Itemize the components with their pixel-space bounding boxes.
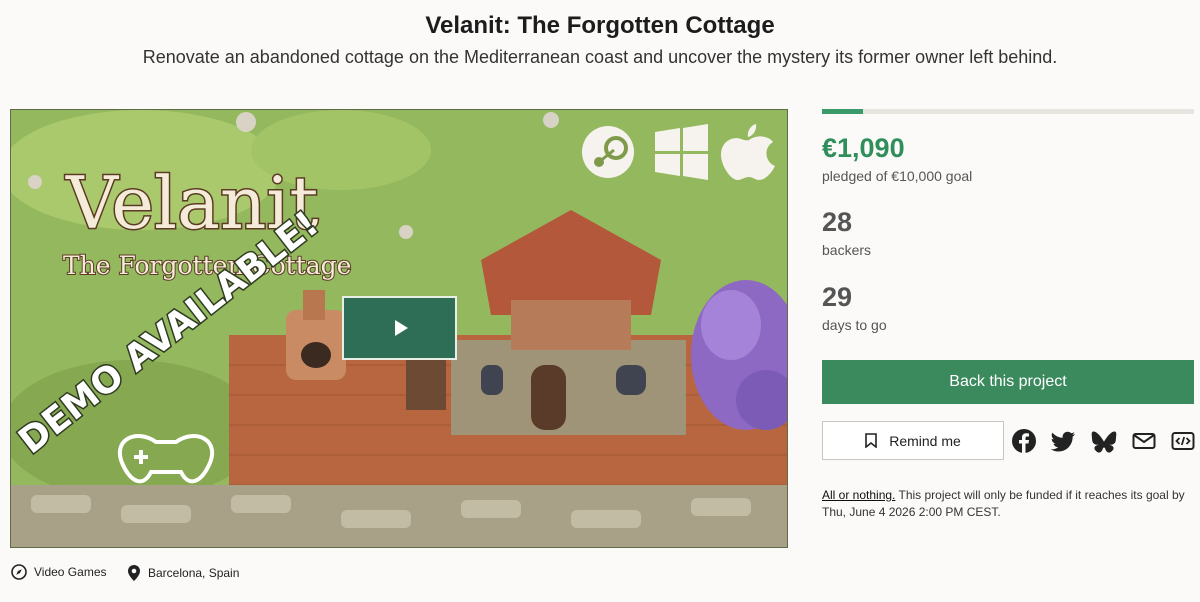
pledged-amount: €1,090	[822, 133, 905, 163]
remind-me-button[interactable]: Remind me	[822, 421, 1004, 460]
pledged-goal-label: pledged of €10,000 goal	[822, 168, 973, 184]
funding-progress-fill	[822, 109, 863, 114]
backers-count: 28	[822, 207, 853, 237]
remind-me-label: Remind me	[889, 432, 961, 449]
mail-icon[interactable]	[1131, 428, 1157, 454]
location-pin-icon	[128, 565, 140, 581]
play-icon	[395, 320, 408, 336]
twitter-icon[interactable]	[1051, 428, 1077, 454]
project-video[interactable]: Velanit The Forgotten Cottage DEMO AVAIL…	[10, 109, 788, 548]
project-subtitle: Renovate an abandoned cottage on the Med…	[142, 47, 1058, 67]
bookmark-icon	[865, 433, 878, 448]
backers-label: backers	[822, 242, 872, 258]
days-to-go-count: 29	[822, 282, 853, 312]
back-project-button[interactable]: Back this project	[822, 360, 1194, 404]
category-link[interactable]: Video Games	[11, 564, 107, 580]
category-label: Video Games	[34, 565, 107, 579]
bluesky-icon[interactable]	[1091, 428, 1117, 454]
all-or-nothing-link[interactable]: All or nothing.	[822, 488, 895, 502]
compass-icon	[11, 564, 27, 580]
project-title: Velanit: The Forgotten Cottage	[425, 12, 775, 39]
days-to-go-label: days to go	[822, 317, 887, 333]
steam-icon	[582, 126, 634, 178]
location-link[interactable]: Barcelona, Spain	[127, 564, 239, 582]
embed-icon[interactable]	[1170, 428, 1196, 454]
location-label: Barcelona, Spain	[148, 566, 240, 580]
all-or-nothing-notice: All or nothing. This project will only b…	[822, 487, 1194, 521]
play-button[interactable]	[342, 296, 457, 360]
facebook-icon[interactable]	[1011, 428, 1037, 454]
funding-progress-bar	[822, 109, 1194, 114]
